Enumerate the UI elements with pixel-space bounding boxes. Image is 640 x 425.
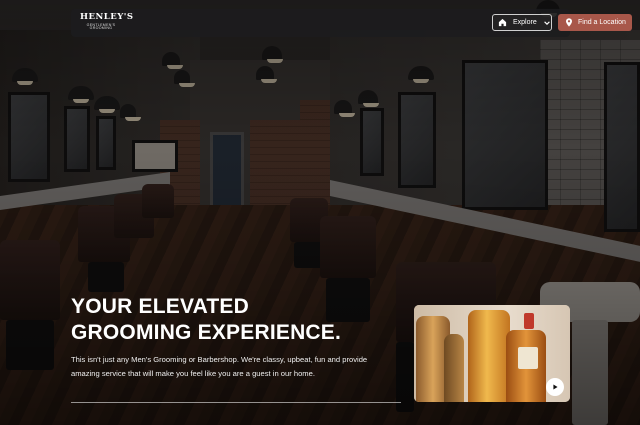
map-pin-icon <box>564 18 573 27</box>
hero-divider <box>71 402 401 403</box>
hero-description: This isn't just any Men's Grooming or Ba… <box>71 355 368 378</box>
chevron-down-icon <box>543 18 551 27</box>
home-icon <box>498 18 507 27</box>
henleys-logo[interactable]: HENLEY'S GENTLEMEN'S GROOMING <box>80 12 134 33</box>
explore-menu-button[interactable]: Explore <box>492 14 552 31</box>
promo-video-card[interactable] <box>414 305 570 402</box>
play-video-button[interactable] <box>546 378 564 396</box>
site-header: HENLEY'S GENTLEMEN'S GROOMING Explore Fi… <box>71 9 632 37</box>
play-icon <box>551 383 560 392</box>
find-location-label: Find a Location <box>578 19 626 26</box>
hero-heading: YOUR ELEVATED GROOMING EXPERIENCE. <box>71 295 342 344</box>
logo-wordmark: HENLEY'S <box>80 12 134 22</box>
find-location-button[interactable]: Find a Location <box>558 14 632 31</box>
explore-label: Explore <box>513 19 537 26</box>
logo-tagline: GENTLEMEN'S GROOMING <box>86 22 116 31</box>
